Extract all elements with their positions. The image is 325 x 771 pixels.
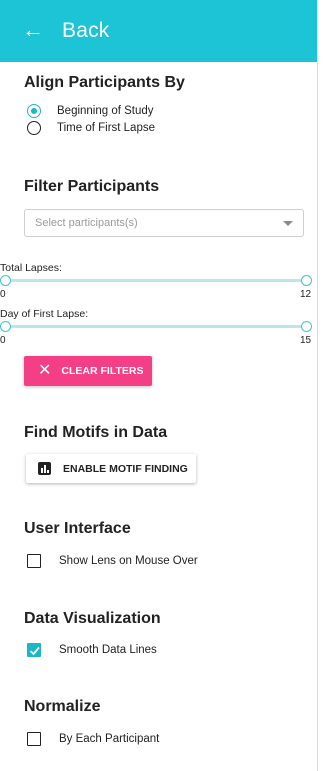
- total-lapses-min-thumb[interactable]: [0, 275, 11, 286]
- radio-button[interactable]: [27, 121, 41, 135]
- by-each-participant-label: By Each Participant: [59, 733, 160, 745]
- smooth-data-lines-checkbox[interactable]: [27, 643, 41, 657]
- total-lapses-max-thumb[interactable]: [301, 275, 312, 286]
- total-lapses-label: Total Lapses:: [0, 262, 62, 274]
- settings-panel: ← Back Align Participants By Beginning o…: [0, 0, 318, 771]
- total-lapses-min-value: 0: [0, 289, 6, 300]
- radio-label: Beginning of Study: [57, 105, 154, 117]
- bar-chart-icon: [38, 462, 51, 475]
- arrow-left-icon[interactable]: ←: [22, 19, 44, 41]
- filter-section-title: Filter Participants: [24, 178, 160, 195]
- enable-motif-finding-label: ENABLE MOTIF FINDING: [63, 462, 188, 475]
- show-lens-checkbox[interactable]: [27, 554, 41, 568]
- day-first-lapse-min-thumb[interactable]: [0, 321, 11, 332]
- back-header[interactable]: ← Back: [0, 0, 317, 62]
- radio-beginning-of-study[interactable]: Beginning of Study: [24, 104, 154, 118]
- radio-time-of-first-lapse[interactable]: Time of First Lapse: [24, 121, 155, 135]
- smooth-data-lines-label: Smooth Data Lines: [59, 644, 157, 656]
- motifs-section-title: Find Motifs in Data: [24, 424, 168, 441]
- dataviz-section-title: Data Visualization: [24, 610, 161, 627]
- chevron-down-icon[interactable]: [283, 221, 293, 226]
- day-first-lapse-min-value: 0: [0, 335, 6, 346]
- day-first-lapse-slider-track[interactable]: [5, 325, 307, 328]
- radio-button-selected[interactable]: [27, 104, 41, 118]
- normalize-section-title: Normalize: [24, 698, 101, 715]
- checkmark-icon: [29, 646, 40, 656]
- day-first-lapse-max-value: 15: [300, 335, 312, 346]
- by-each-participant-option[interactable]: By Each Participant: [24, 732, 159, 746]
- clear-filters-button[interactable]: ✕ CLEAR FILTERS: [24, 356, 152, 386]
- participants-select[interactable]: Select participants(s): [24, 209, 304, 237]
- clear-filters-label: CLEAR FILTERS: [61, 365, 144, 377]
- align-section-title: Align Participants By: [24, 74, 185, 91]
- enable-motif-finding-button[interactable]: ENABLE MOTIF FINDING: [26, 454, 196, 483]
- smooth-data-lines-option[interactable]: Smooth Data Lines: [24, 643, 157, 657]
- show-lens-option[interactable]: Show Lens on Mouse Over: [24, 554, 198, 568]
- close-icon: ✕: [38, 362, 52, 379]
- day-first-lapse-label: Day of First Lapse:: [0, 308, 89, 320]
- ui-section-title: User Interface: [24, 520, 131, 537]
- total-lapses-slider-track[interactable]: [5, 279, 307, 282]
- radio-label: Time of First Lapse: [57, 122, 155, 134]
- back-label[interactable]: Back: [62, 19, 110, 43]
- participants-select-placeholder: Select participants(s): [35, 217, 138, 229]
- show-lens-label: Show Lens on Mouse Over: [59, 555, 198, 567]
- by-each-participant-checkbox[interactable]: [27, 732, 41, 746]
- day-first-lapse-max-thumb[interactable]: [301, 321, 312, 332]
- total-lapses-max-value: 12: [300, 289, 312, 300]
